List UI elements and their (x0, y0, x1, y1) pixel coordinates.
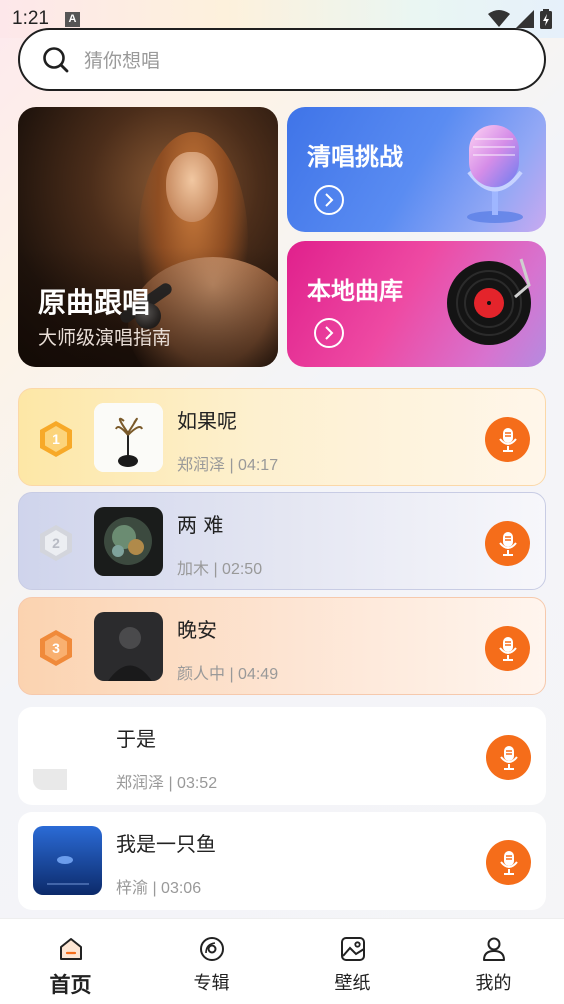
tab-label: 我的 (475, 973, 512, 994)
album-cover (33, 826, 102, 895)
rank-badge-silver-icon: 2 (40, 525, 72, 561)
tab-mine[interactable]: 我的 (423, 919, 564, 1004)
chevron-right-icon[interactable] (314, 318, 344, 348)
tab-wallpaper[interactable]: 壁纸 (282, 919, 423, 1004)
song-meta: 郑润泽 | 04:17 (177, 457, 279, 474)
song-row[interactable]: 于是 郑润泽 | 03:52 (18, 707, 546, 805)
sing-button[interactable] (485, 626, 530, 671)
sing-button[interactable] (485, 521, 530, 566)
rank-number: 3 (52, 640, 60, 656)
song-title: 我是一只鱼 (116, 832, 216, 856)
banner-title: 原曲跟唱 (38, 286, 151, 319)
microphone-icon (467, 125, 523, 223)
sing-button[interactable] (485, 417, 530, 462)
search-placeholder: 猜你想唱 (84, 50, 161, 72)
microphone-icon (499, 850, 518, 875)
tab-album[interactable]: 专辑 (141, 919, 282, 1004)
status-icons (488, 9, 552, 29)
signal-icon (516, 10, 534, 28)
microphone-icon (498, 531, 517, 556)
album-cover (94, 507, 163, 576)
status-time: 1:21 (12, 8, 49, 29)
song-row[interactable]: 3 晚安 颜人中 | 04:49 (18, 597, 546, 695)
search-icon (43, 46, 69, 72)
banner-local-library[interactable]: 本地曲库 (287, 241, 546, 367)
tab-label: 壁纸 (334, 973, 371, 994)
notification-icon: A (64, 11, 80, 27)
microphone-icon (498, 636, 517, 661)
album-cover (33, 721, 102, 790)
banner-acapella-challenge[interactable]: 清唱挑战 (287, 107, 546, 232)
microphone-icon (498, 427, 517, 452)
user-icon (482, 937, 505, 961)
sing-button[interactable] (486, 735, 531, 780)
song-title: 晚安 (177, 618, 217, 642)
song-title: 如果呢 (177, 409, 237, 433)
rank-badge-gold-icon: 1 (40, 421, 72, 457)
song-meta: 梓渝 | 03:06 (116, 880, 202, 897)
banner-original-singalong[interactable]: 原曲跟唱 大师级演唱指南 (18, 107, 278, 367)
song-meta: 颜人中 | 04:49 (177, 666, 279, 683)
song-meta: 加木 | 02:50 (177, 561, 263, 578)
song-title: 于是 (116, 727, 156, 751)
banner-subtitle: 大师级演唱指南 (38, 327, 172, 349)
album-cover (94, 403, 163, 472)
rank-badge-bronze-icon: 3 (40, 630, 72, 666)
banner-title: 清唱挑战 (307, 143, 403, 171)
song-meta: 郑润泽 | 03:52 (116, 775, 218, 792)
image-icon (340, 937, 365, 961)
song-row[interactable]: 1 如果呢 郑润泽 | 04:17 (18, 388, 546, 486)
sing-button[interactable] (486, 840, 531, 885)
rank-number: 2 (52, 535, 60, 551)
vinyl-record-icon (447, 258, 531, 345)
album-cover (94, 612, 163, 681)
disc-icon (199, 937, 224, 961)
song-title: 两 难 (177, 513, 224, 537)
rank-number: 1 (52, 431, 60, 447)
home-icon (59, 938, 82, 960)
battery-icon (540, 9, 552, 29)
tab-label: 专辑 (193, 973, 230, 994)
search-bar[interactable]: 猜你想唱 (18, 28, 546, 91)
chevron-right-icon[interactable] (314, 185, 344, 215)
wifi-icon (488, 10, 510, 27)
microphone-icon (499, 745, 518, 770)
tab-label: 首页 (49, 973, 92, 997)
song-row[interactable]: 我是一只鱼 梓渝 | 03:06 (18, 812, 546, 910)
banner-title: 本地曲库 (307, 277, 403, 305)
song-row[interactable]: 2 两 难 加木 | 02:50 (18, 492, 546, 590)
bottom-nav: 首页 专辑 壁纸 我的 (0, 918, 564, 1004)
tab-home[interactable]: 首页 (0, 919, 141, 1004)
